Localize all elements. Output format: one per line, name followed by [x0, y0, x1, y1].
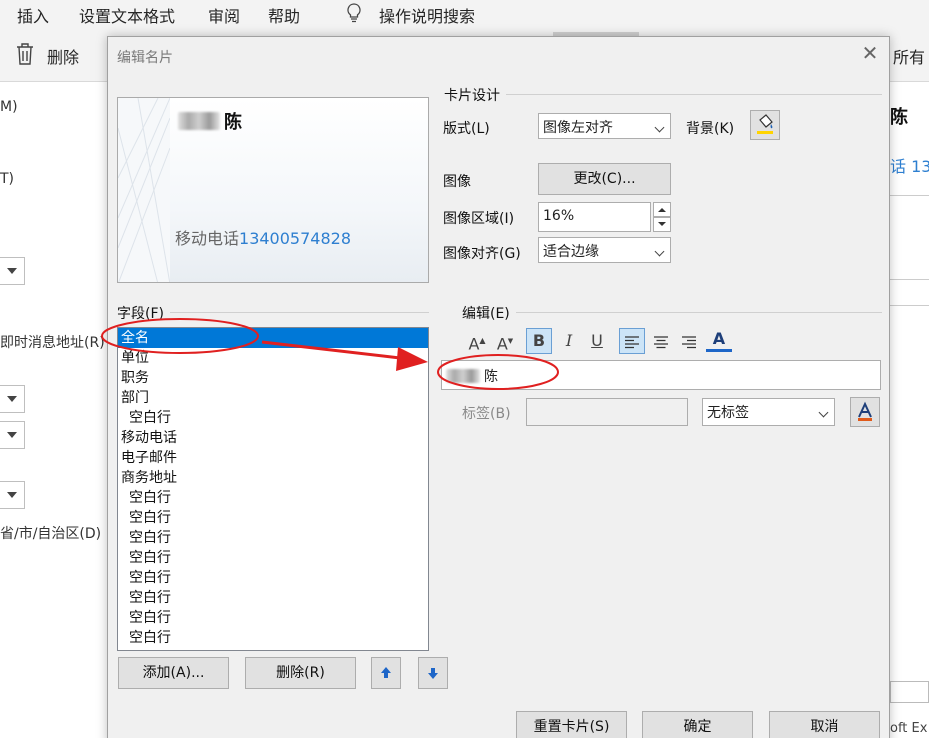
- label-text-input: [526, 398, 688, 426]
- trash-icon[interactable]: [14, 42, 36, 70]
- bg-card-name: 陈: [890, 107, 908, 128]
- fields-list[interactable]: 全名 单位 职务 部门 空白行 移动电话 电子邮件 商务地址 空白行 空白行 空白行 空白行 空白行 空白…: [117, 327, 429, 651]
- edit-header: 编辑(E): [462, 303, 516, 323]
- bg-label-fragment: M): [0, 99, 18, 115]
- field-list-item[interactable]: 空白行: [118, 588, 428, 608]
- tab-format-text[interactable]: 设置文本格式: [79, 3, 175, 27]
- tab-insert[interactable]: 插入: [17, 3, 49, 27]
- card-design-header: 卡片设计: [444, 85, 506, 105]
- label-font-color-icon[interactable]: [850, 397, 880, 427]
- bg-dropdown[interactable]: [0, 481, 25, 509]
- change-image-button[interactable]: 更改(C)...: [538, 163, 671, 195]
- edit-business-card-dialog: 编辑名片 ✕ 陈 移动电话13400574828 卡片设计 版式(L) 图像左对…: [107, 36, 890, 738]
- image-area-label: 图像区域(I): [443, 211, 515, 227]
- bg-im-address-label: 即时消息地址(R): [0, 335, 105, 351]
- reset-card-button[interactable]: 重置卡片(S): [516, 711, 627, 738]
- bg-statusbar-text: oft Ex: [890, 721, 928, 736]
- ok-button[interactable]: 确定: [642, 711, 753, 738]
- bg-label-fragment: T): [0, 171, 15, 187]
- field-list-item[interactable]: 部门: [118, 388, 428, 408]
- bg-card-phone: 话 134: [890, 157, 929, 176]
- card-mobile-phone: 移动电话13400574828: [175, 229, 351, 248]
- bg-divider: [890, 305, 929, 306]
- field-list-item[interactable]: 空白行: [118, 548, 428, 568]
- redacted-text: [446, 369, 480, 383]
- image-label: 图像: [443, 174, 471, 190]
- field-list-item[interactable]: 空白行: [118, 408, 428, 428]
- bg-field[interactable]: [890, 681, 929, 703]
- field-list-item[interactable]: 空白行: [118, 508, 428, 528]
- card-preview-right-edge: 陈 话 134 oft Ex: [890, 83, 929, 738]
- field-list-item[interactable]: 单位: [118, 348, 428, 368]
- field-list-item[interactable]: 空白行: [118, 568, 428, 588]
- bg-divider: [890, 195, 929, 280]
- layout-dropdown[interactable]: 图像左对齐: [538, 113, 671, 139]
- label-caption: 标签(B): [462, 406, 511, 422]
- align-left-icon[interactable]: [619, 328, 645, 354]
- move-down-icon[interactable]: [418, 657, 448, 689]
- dialog-title: 编辑名片: [117, 50, 173, 66]
- close-icon[interactable]: ✕: [860, 43, 880, 63]
- delete-button[interactable]: 删除: [47, 44, 79, 68]
- spin-down-icon[interactable]: [653, 217, 671, 232]
- align-right-icon[interactable]: [676, 328, 702, 354]
- spin-up-icon[interactable]: [653, 202, 671, 217]
- field-list-item[interactable]: 职务: [118, 368, 428, 388]
- paint-bucket-icon[interactable]: [750, 110, 780, 140]
- image-area-input[interactable]: 16%: [538, 202, 651, 232]
- field-list-item[interactable]: 移动电话: [118, 428, 428, 448]
- card-image-placeholder: [118, 98, 170, 282]
- field-list-item[interactable]: 商务地址: [118, 468, 428, 488]
- italic-button[interactable]: I: [556, 328, 582, 354]
- field-list-item[interactable]: 空白行: [118, 488, 428, 508]
- field-list-item[interactable]: 空白行: [118, 628, 428, 648]
- label-position-dropdown[interactable]: 无标签: [702, 398, 835, 426]
- edit-text-input[interactable]: 陈: [441, 360, 881, 390]
- tab-help[interactable]: 帮助: [268, 3, 300, 27]
- lightbulb-icon: [345, 2, 363, 28]
- cancel-button[interactable]: 取消: [769, 711, 880, 738]
- shrink-font-icon[interactable]: A▼: [492, 328, 518, 354]
- field-list-item[interactable]: 电子邮件: [118, 448, 428, 468]
- grow-font-icon[interactable]: A▲: [464, 328, 490, 354]
- bg-province-label: 省/市/自治区(D): [0, 526, 102, 542]
- card-full-name: 陈: [178, 108, 242, 134]
- ribbon-cut-label: 所有: [893, 48, 926, 67]
- bg-dropdown[interactable]: [0, 385, 25, 413]
- background-label: 背景(K): [686, 121, 735, 137]
- bg-dropdown[interactable]: [0, 421, 25, 449]
- field-list-item[interactable]: 全名: [118, 328, 428, 348]
- layout-label: 版式(L): [443, 121, 490, 137]
- contact-form-left-edge: M) T) 即时消息地址(R) 省/市/自治区(D): [0, 83, 107, 738]
- fields-header: 字段(F): [117, 303, 170, 323]
- remove-field-button[interactable]: 删除(R): [245, 657, 356, 689]
- image-align-dropdown[interactable]: 适合边缘: [538, 237, 671, 263]
- add-field-button[interactable]: 添加(A)...: [118, 657, 229, 689]
- field-list-item[interactable]: 空白行: [118, 608, 428, 628]
- business-card-preview: 陈 移动电话13400574828: [117, 97, 429, 283]
- tab-review[interactable]: 审阅: [208, 3, 240, 27]
- bold-button[interactable]: B: [526, 328, 552, 354]
- underline-button[interactable]: U: [584, 328, 610, 354]
- tell-me-search[interactable]: 操作说明搜索: [379, 3, 475, 27]
- redacted-text: [178, 112, 220, 130]
- align-center-icon[interactable]: [648, 328, 674, 354]
- group-divider: [462, 312, 882, 313]
- group-divider: [444, 94, 882, 95]
- font-color-button[interactable]: A: [706, 328, 732, 352]
- image-align-label: 图像对齐(G): [443, 246, 521, 262]
- field-list-item[interactable]: 空白行: [118, 528, 428, 548]
- move-up-icon[interactable]: [371, 657, 401, 689]
- ribbon-tab-bar: 插入 设置文本格式 审阅 帮助 操作说明搜索: [0, 0, 929, 28]
- bg-dropdown[interactable]: [0, 257, 25, 285]
